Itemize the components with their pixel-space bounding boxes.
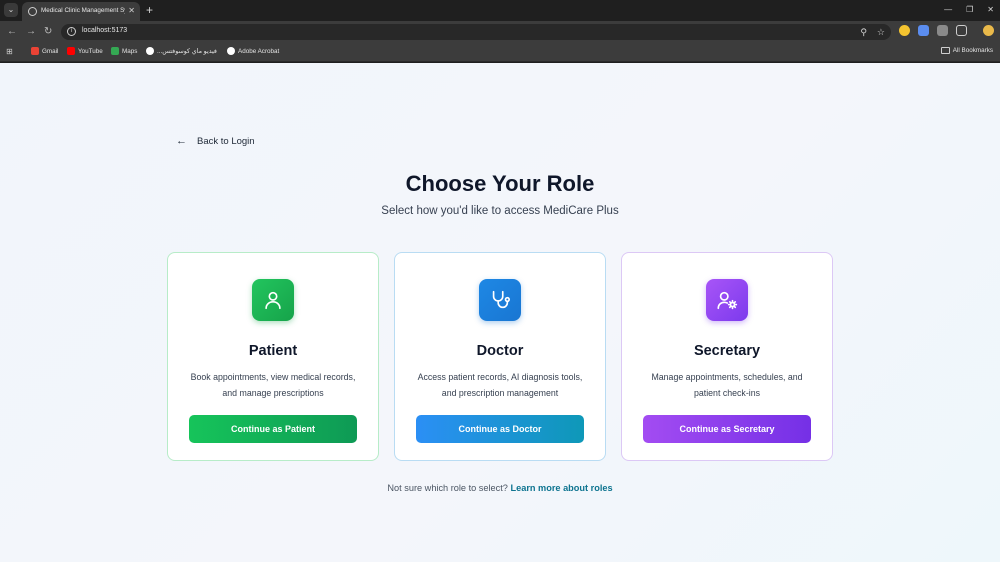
extension-icon[interactable] [918,25,929,36]
globe-icon [28,7,37,16]
stethoscope-icon [479,279,521,321]
extension-icon[interactable] [899,25,910,36]
star-icon[interactable]: ☆ [877,26,885,38]
back-icon[interactable]: ← [7,26,17,38]
back-label: Back to Login [197,136,255,147]
address-bar-row: ← → ↻ i localhost:5173 ⚲ ☆ ⋮ [0,21,1000,43]
role-card-secretary[interactable]: Secretary Manage appointments, schedules… [621,252,833,461]
browser-tab-bar: ⌄ Medical Clinic Management Sys ✕ + — ❐ … [0,0,1000,21]
new-tab-icon[interactable]: + [146,3,153,17]
page-subtitle: Select how you'd like to access MediCare… [381,205,619,217]
back-to-login-link[interactable]: ← Back to Login [176,135,255,148]
role-name: Patient [248,343,298,359]
info-icon[interactable]: i [67,27,76,36]
bookmark-youtube[interactable]: YouTube [67,47,103,55]
learn-more-link[interactable]: Learn more about roles [510,483,612,493]
omnibox[interactable]: i localhost:5173 ⚲ ☆ [61,24,891,40]
maps-icon [111,47,119,55]
bookmark-gmail[interactable]: Gmail [31,47,58,55]
bookmark-video[interactable]: ...فيديو ماي كوسوفتس [146,47,217,55]
role-description: Manage appointments, schedules, and pati… [651,372,803,398]
help-text: Not sure which role to select? [387,483,508,493]
window-controls: — ❐ ✕ [944,3,994,17]
extension-icons: ⋮ [899,25,1000,36]
page-title: Choose Your Role [405,171,595,196]
role-name: Doctor [476,343,524,359]
globe-icon [227,47,235,55]
google-icon [146,47,154,55]
maximize-icon[interactable]: ❐ [966,3,973,17]
continue-as-secretary-button[interactable]: Continue as Secretary [643,415,811,443]
apps-icon[interactable]: ⊞ [6,47,15,56]
forward-icon[interactable]: → [26,26,36,38]
reload-icon[interactable]: ↻ [44,26,52,38]
all-bookmarks[interactable]: All Bookmarks [940,47,993,54]
close-icon[interactable]: ✕ [128,6,135,16]
puzzle-icon[interactable] [956,25,967,36]
zoom-icon[interactable]: ⚲ [860,26,867,38]
bookmark-adobe[interactable]: Adobe Acrobat [227,47,279,55]
tab-search-icon[interactable]: ⌄ [4,3,18,17]
gmail-icon [31,47,39,55]
window-close-icon[interactable]: ✕ [987,3,994,17]
browser-tab[interactable]: Medical Clinic Management Sys ✕ [22,2,140,21]
youtube-icon [67,47,75,55]
bookmarks-bar: ⊞ Gmail YouTube Maps ...فيديو ماي كوسوفت… [0,43,1000,62]
role-description: Access patient records, AI diagnosis too… [417,372,583,398]
tab-title: Medical Clinic Management Sys [41,7,125,14]
user-cog-icon [706,279,748,321]
arrow-left-icon: ← [176,135,187,147]
url-text[interactable]: localhost:5173 [82,27,127,34]
folder-icon [940,47,950,54]
bookmark-maps[interactable]: Maps [111,47,137,55]
continue-as-patient-button[interactable]: Continue as Patient [189,415,357,443]
minimize-icon[interactable]: — [944,3,952,17]
role-card-patient[interactable]: Patient Book appointments, view medical … [167,252,379,461]
role-name: Secretary [693,343,761,359]
page: ← Back to Login Choose Your Role Select … [0,63,1000,562]
user-icon [252,279,294,321]
role-card-doctor[interactable]: Doctor Access patient records, AI diagno… [394,252,606,461]
help-line: Not sure which role to select? Learn mor… [0,483,1000,493]
avatar[interactable] [983,25,994,36]
extension-icon[interactable] [937,25,948,36]
continue-as-doctor-button[interactable]: Continue as Doctor [416,415,584,443]
role-description: Book appointments, view medical records,… [190,372,356,398]
